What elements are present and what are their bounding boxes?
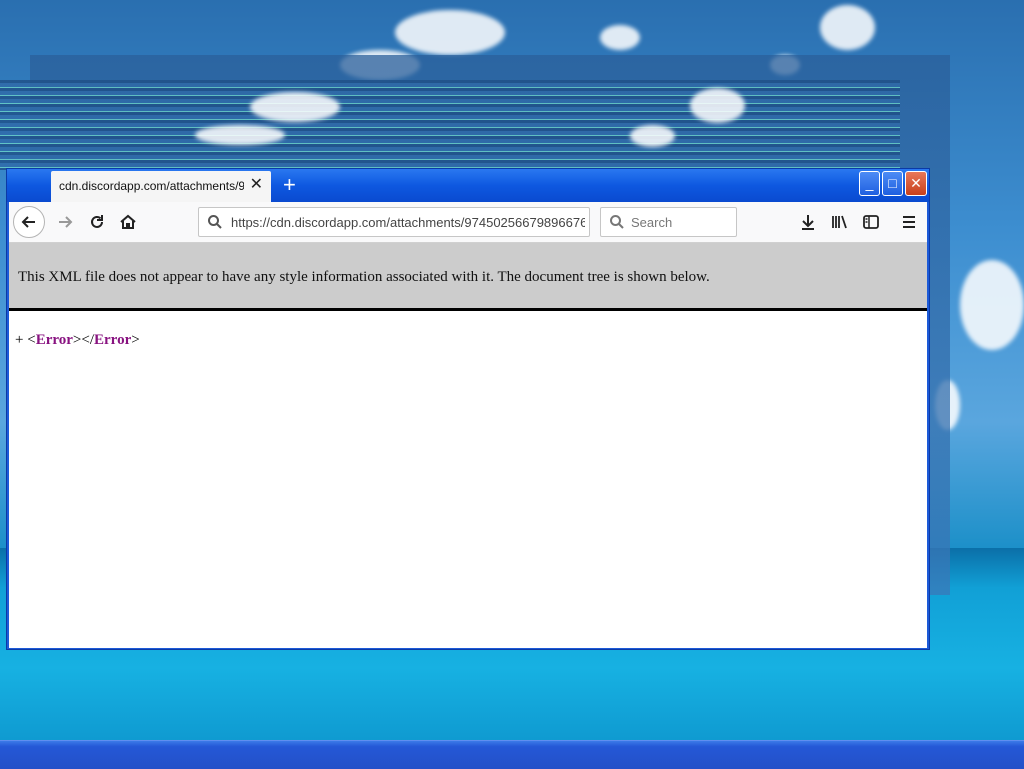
expand-toggle[interactable]: +: [15, 332, 23, 348]
home-button[interactable]: [114, 208, 142, 236]
minimize-button[interactable]: _: [859, 171, 880, 196]
sidebar-icon: [863, 215, 879, 229]
navigation-toolbar: https://cdn.discordapp.com/attachments/9…: [9, 202, 927, 243]
url-text: https://cdn.discordapp.com/attachments/9…: [231, 215, 585, 230]
library-button[interactable]: [825, 208, 853, 236]
page-content: This XML file does not appear to have an…: [9, 243, 927, 648]
download-icon: [802, 215, 814, 230]
library-icon: [832, 215, 847, 229]
open-tag-lt: <: [27, 332, 36, 348]
close-tag-name: Error: [94, 332, 132, 348]
browser-window: cdn.discordapp.com/attachments/974502566…: [6, 168, 930, 650]
xml-tree: + <Error></Error>: [15, 332, 140, 349]
maximize-button[interactable]: □: [882, 171, 903, 196]
sidebar-button[interactable]: [857, 208, 885, 236]
minimize-icon: _: [865, 175, 874, 191]
xml-notice-text: This XML file does not appear to have an…: [18, 269, 710, 285]
search-icon: [208, 215, 222, 229]
downloads-button[interactable]: [794, 208, 822, 236]
back-button[interactable]: [13, 206, 45, 238]
url-bar[interactable]: https://cdn.discordapp.com/attachments/9…: [198, 207, 590, 237]
tab-active[interactable]: cdn.discordapp.com/attachments/974502566…: [51, 171, 271, 202]
open-tag-name: Error: [35, 332, 73, 348]
close-tag-gt: >: [131, 332, 140, 348]
menu-button[interactable]: [895, 208, 923, 236]
back-icon: [21, 216, 35, 228]
close-tab-icon[interactable]: ✕: [250, 177, 263, 193]
home-icon: [120, 214, 136, 229]
xml-style-notice: This XML file does not appear to have an…: [9, 243, 927, 311]
close-tag-lt: </: [81, 332, 95, 348]
close-window-button[interactable]: ✕: [905, 171, 927, 196]
search-placeholder: Search: [631, 215, 673, 230]
menu-icon: [903, 216, 915, 228]
maximize-icon: □: [888, 175, 897, 191]
search-icon: [610, 215, 624, 229]
close-icon: ✕: [910, 175, 922, 191]
tab-title: cdn.discordapp.com/attachments/974502566…: [59, 179, 244, 193]
forward-button[interactable]: [51, 208, 79, 236]
reload-icon: [91, 215, 103, 228]
forward-icon: [59, 216, 73, 228]
title-bar[interactable]: cdn.discordapp.com/attachments/974502566…: [7, 169, 929, 202]
new-tab-button[interactable]: +: [283, 172, 296, 198]
reload-button[interactable]: [83, 208, 111, 236]
search-field[interactable]: Search: [600, 207, 737, 237]
taskbar: [0, 740, 1024, 769]
